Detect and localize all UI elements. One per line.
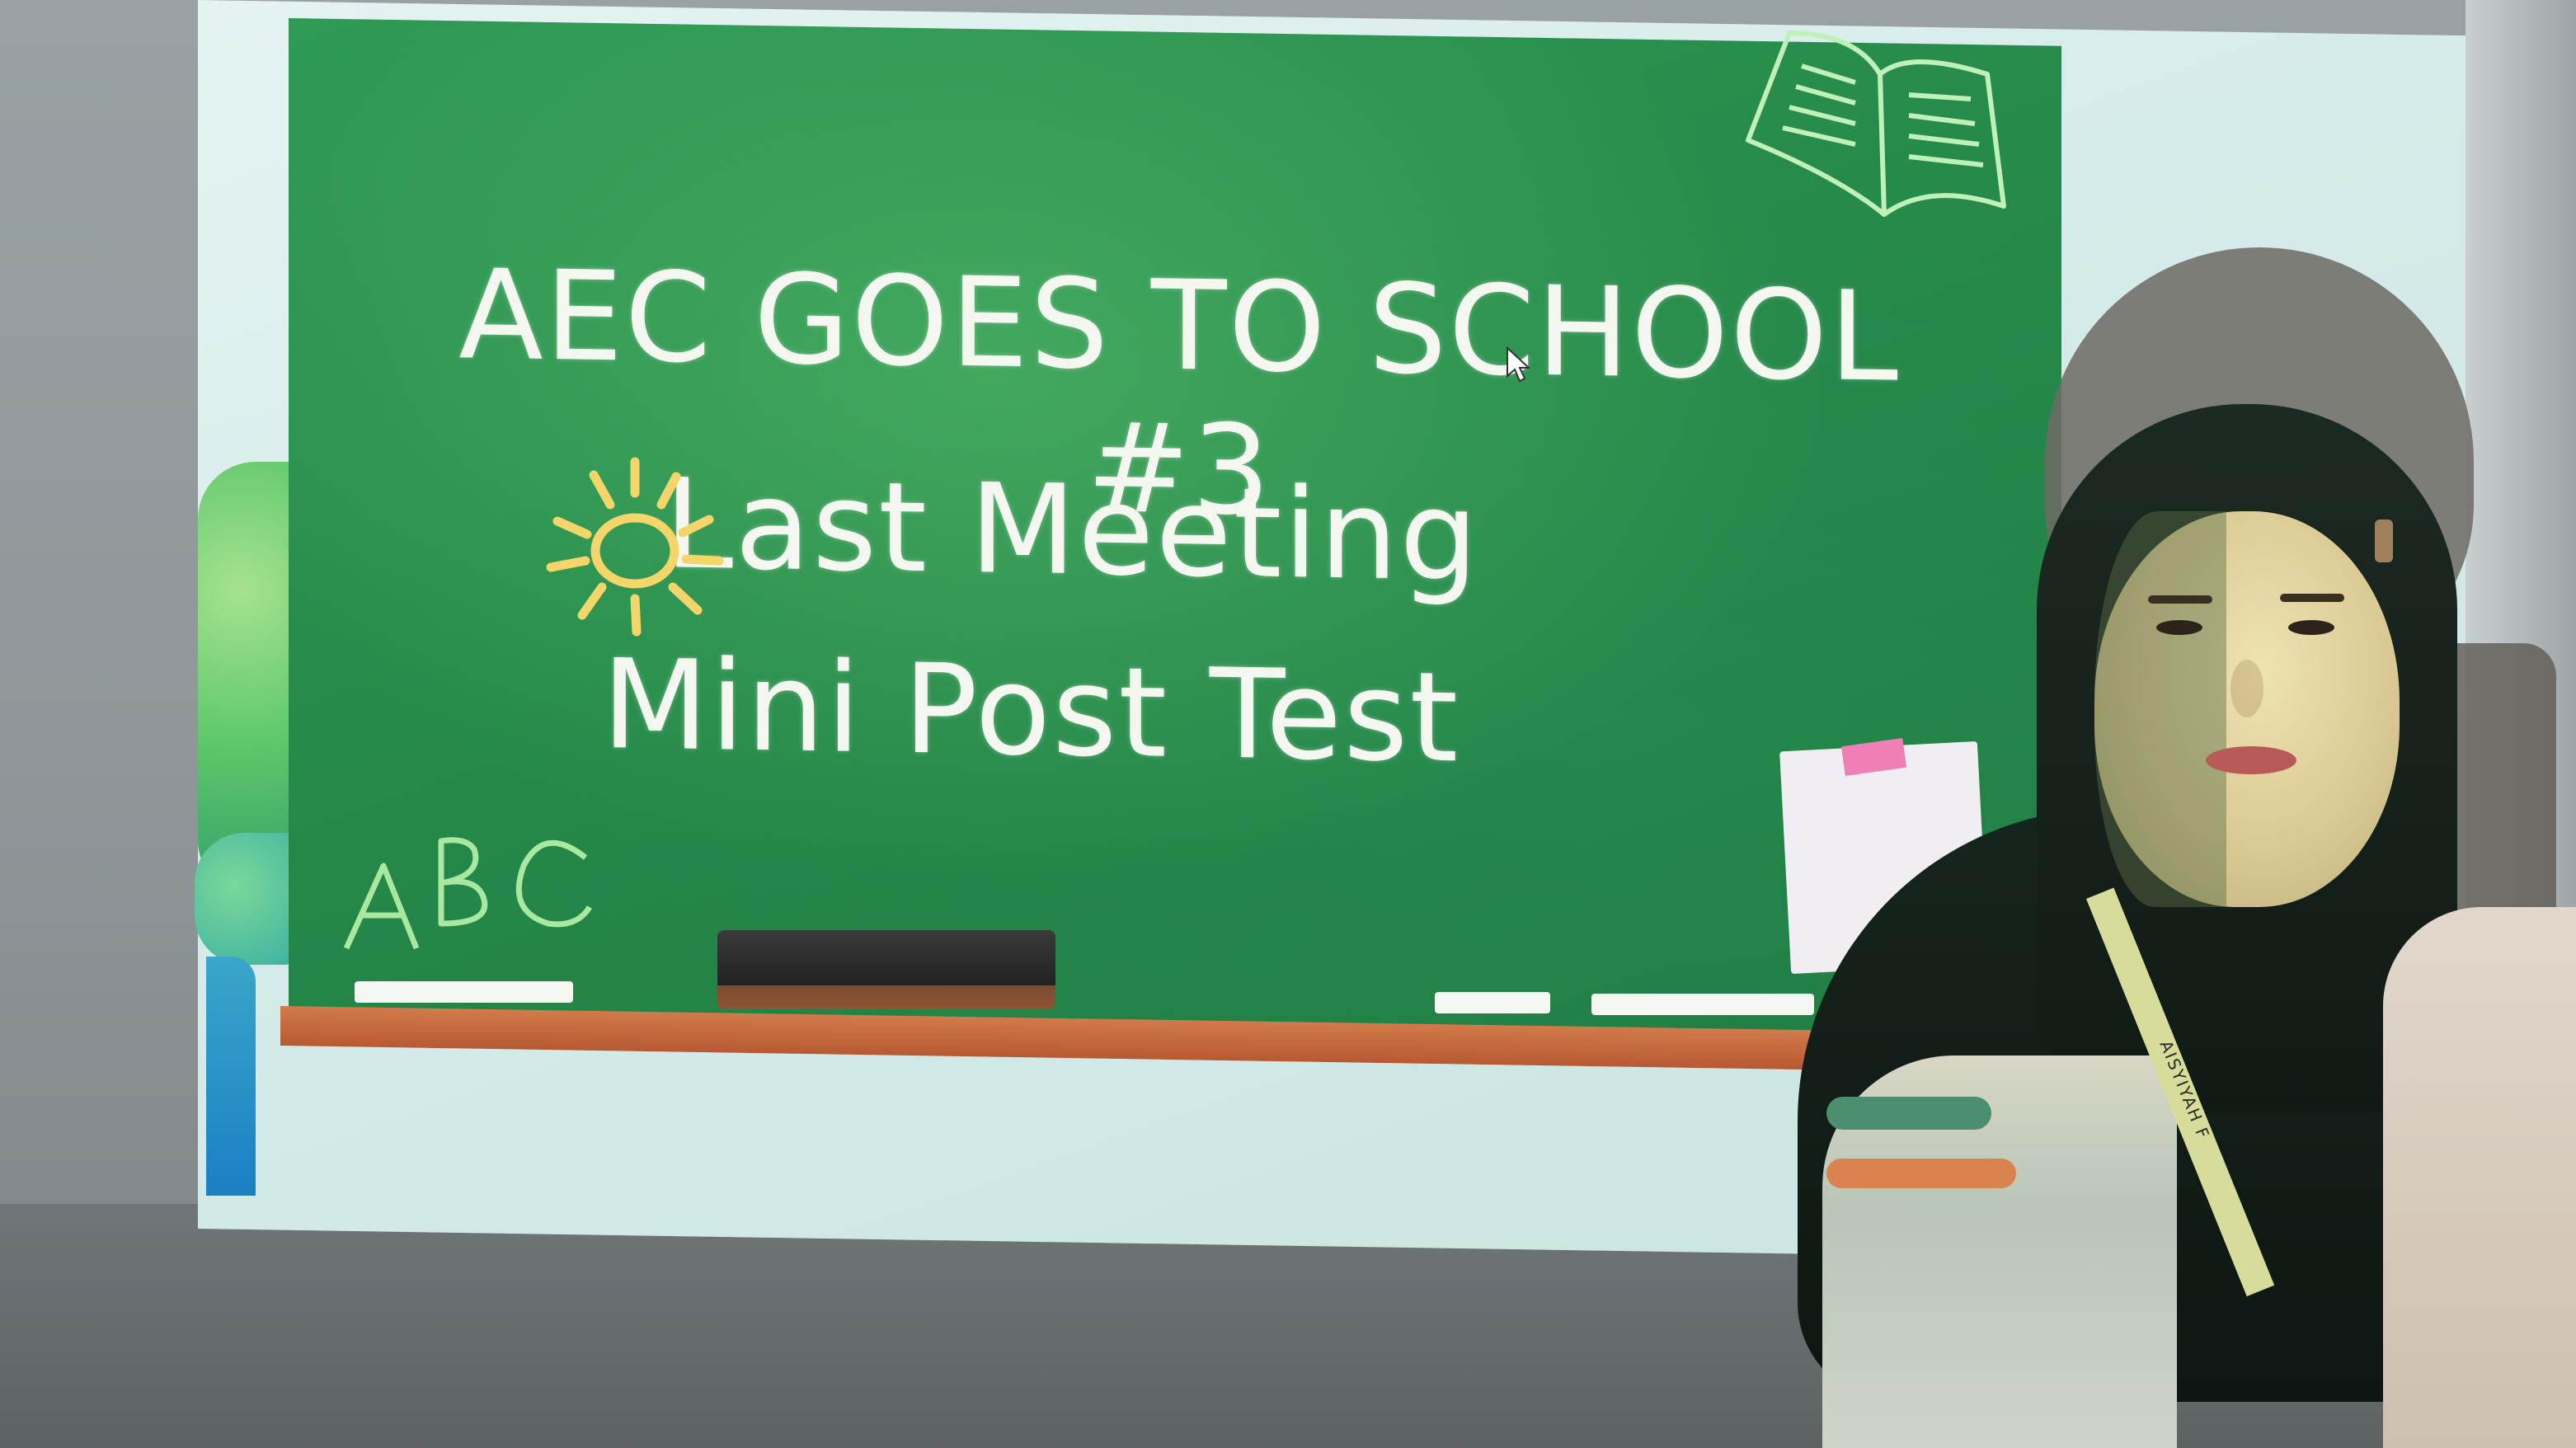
lips <box>2206 746 2296 774</box>
slide-subtitle-post-test: Mini Post Test <box>601 632 1460 791</box>
tree-trunk <box>206 957 256 1196</box>
sun-icon <box>546 457 724 637</box>
right-eyebrow <box>2280 594 2344 602</box>
sweater-stripe-green <box>1826 1097 1991 1130</box>
nose <box>2230 660 2263 717</box>
abc-doodle-icon <box>343 837 593 950</box>
chalk-stick <box>1435 992 1550 1013</box>
chalkboard-eraser <box>717 930 1055 1009</box>
right-eye <box>2288 620 2334 635</box>
open-book-icon <box>1746 31 2006 217</box>
left-eyebrow <box>2148 595 2212 604</box>
chalk-stick <box>355 981 573 1003</box>
sweater-stripe-orange <box>1826 1159 2016 1188</box>
blouse-right <box>2383 907 2576 1448</box>
mouse-cursor-icon <box>1507 346 1530 383</box>
left-eye <box>2156 620 2202 635</box>
hijab-clip <box>2375 519 2393 562</box>
face-shadow <box>2094 511 2226 907</box>
tree-decoration-lower <box>195 833 294 965</box>
chalk-stick <box>1591 994 1814 1015</box>
